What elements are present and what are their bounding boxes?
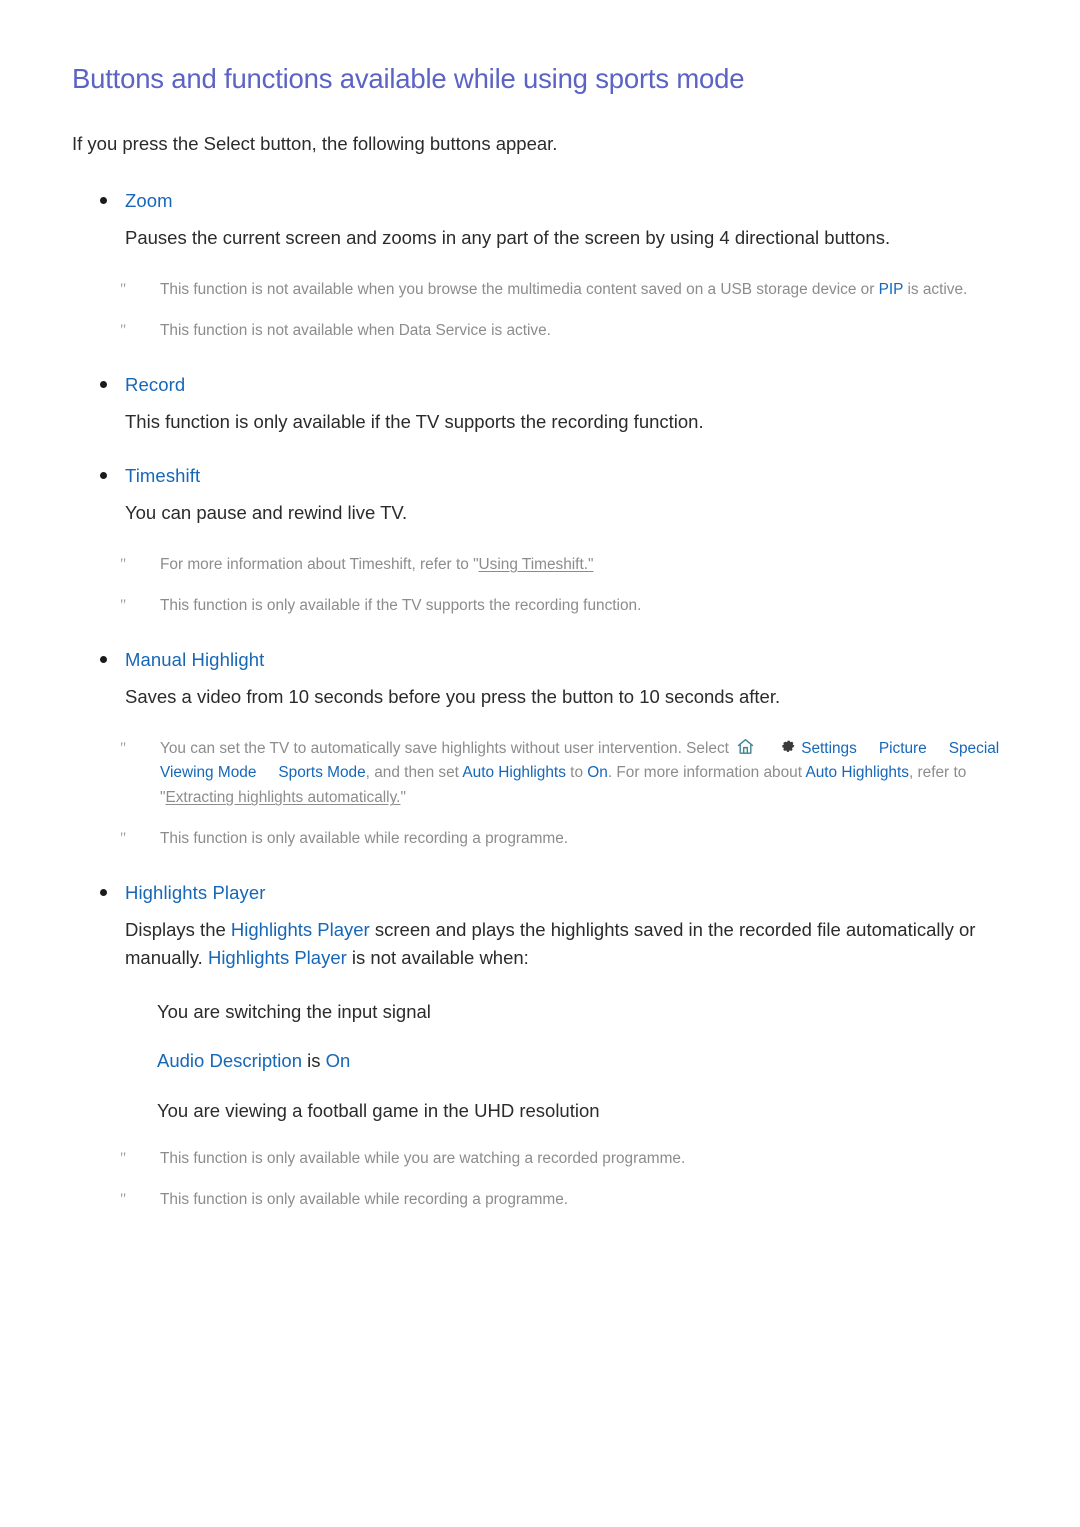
- section-timeshift: Timeshift You can pause and rewind live T…: [72, 463, 1020, 619]
- note: " This function is not available when Dat…: [72, 319, 1020, 344]
- note: " You can set the TV to automatically sav…: [72, 737, 1020, 812]
- inline-text: You can set the TV to automatically save…: [160, 739, 734, 757]
- inline-text: This function is only available while re…: [160, 830, 569, 848]
- inline-link[interactable]: Audio Description: [157, 1050, 302, 1071]
- gear-icon: [779, 738, 797, 756]
- inline-link[interactable]: Sports Mode: [278, 764, 365, 781]
- note-marker-icon: ": [120, 1190, 127, 1208]
- bullet-dot-icon: [100, 380, 107, 388]
- section-label[interactable]: Manual Highlight: [125, 649, 264, 670]
- bullet-heading-manual-highlight: Manual Highlight: [72, 647, 1020, 673]
- section-label[interactable]: Record: [125, 374, 185, 395]
- section-manual-highlight: Manual Highlight Saves a video from 10 se…: [72, 647, 1020, 852]
- inline-text: You are switching the input signal: [157, 1000, 431, 1022]
- sub-item: You are viewing a football game in the U…: [72, 1097, 1020, 1125]
- inline-text: This function is only available if the T…: [160, 596, 642, 614]
- note: " For more information about Timeshift, r…: [72, 553, 1020, 578]
- note-marker-icon: ": [120, 830, 127, 848]
- bullet-dot-icon: [100, 472, 107, 480]
- inline-link[interactable]: Picture: [879, 740, 927, 757]
- note-marker-icon: ": [120, 321, 127, 339]
- inline-link[interactable]: Auto Highlights: [805, 764, 909, 781]
- inline-text: ": [400, 789, 406, 807]
- section-label[interactable]: Highlights Player: [125, 882, 266, 903]
- inline-link[interactable]: On: [326, 1050, 351, 1071]
- bullet-heading-zoom: Zoom: [72, 188, 1020, 214]
- bullet-dot-icon: [100, 197, 107, 205]
- section-zoom: Zoom Pauses the current screen and zooms …: [72, 188, 1020, 344]
- inline-text: Displays the: [125, 919, 231, 941]
- inline-text: You are viewing a football game in the U…: [157, 1100, 600, 1122]
- note: " This function is only available while r…: [72, 827, 1020, 852]
- bullet-heading-record: Record: [72, 372, 1020, 398]
- inline-text: This function is only available while yo…: [160, 1149, 686, 1167]
- intro-paragraph: If you press the Select button, the foll…: [72, 133, 558, 155]
- inline-link[interactable]: Highlights Player: [208, 947, 347, 968]
- cross-reference-link[interactable]: Using Timeshift.": [479, 556, 594, 573]
- note-marker-icon: ": [120, 596, 127, 614]
- home-icon: [736, 737, 755, 756]
- sections-container: Zoom Pauses the current screen and zooms …: [72, 188, 1020, 1213]
- inline-text: . For more information about: [607, 764, 806, 782]
- note-marker-icon: ": [120, 1149, 127, 1167]
- inline-text: is not available when:: [346, 946, 529, 968]
- section-record: Record This function is only available if…: [72, 372, 1020, 436]
- bullet-heading-timeshift: Timeshift: [72, 463, 1020, 489]
- cross-reference-link[interactable]: Extracting highlights automatically.: [165, 789, 400, 806]
- page-title: Buttons and functions available while us…: [72, 63, 745, 94]
- note-marker-icon: ": [120, 555, 127, 573]
- inline-link[interactable]: Settings: [801, 740, 857, 757]
- inline-text: is: [302, 1050, 326, 1072]
- section-description: You can pause and rewind live TV.: [125, 502, 408, 524]
- section-label[interactable]: Timeshift: [125, 465, 200, 486]
- note-marker-icon: ": [120, 280, 127, 298]
- section-description: This function is only available if the T…: [125, 410, 704, 432]
- sub-item: Audio Description is On: [72, 1047, 1020, 1075]
- section-highlights-player: Highlights Player Displays the Highlights…: [72, 880, 1020, 1213]
- inline-link[interactable]: PIP: [879, 281, 904, 298]
- inline-text: This function is only available while re…: [160, 1190, 569, 1208]
- inline-text: , and then set: [365, 764, 463, 782]
- inline-text: is active.: [903, 280, 968, 298]
- inline-link[interactable]: Auto Highlights: [462, 764, 566, 781]
- document-page: Buttons and functions available while us…: [0, 0, 1080, 1527]
- section-description: Displays the Highlights Player screen an…: [72, 916, 1005, 972]
- section-description: Saves a video from 10 seconds before you…: [125, 685, 781, 707]
- inline-text: to: [565, 764, 588, 782]
- section-description: Pauses the current screen and zooms in a…: [125, 227, 891, 249]
- inline-text: For more information about Timeshift, re…: [160, 555, 479, 573]
- bullet-heading-highlights-player: Highlights Player: [72, 880, 1020, 906]
- note: " This function is only available if the …: [72, 594, 1020, 619]
- inline-text: This function is not available when Data…: [160, 321, 551, 339]
- inline-text: This function is not available when you …: [160, 280, 879, 298]
- sub-item: You are switching the input signal: [72, 998, 1020, 1026]
- section-label[interactable]: Zoom: [125, 190, 173, 211]
- note: " This function is not available when you…: [72, 278, 1020, 303]
- inline-link[interactable]: On: [587, 764, 608, 781]
- note-marker-icon: ": [120, 739, 127, 757]
- note: " This function is only available while r…: [72, 1188, 1020, 1213]
- inline-link[interactable]: Highlights Player: [231, 919, 370, 940]
- note: " This function is only available while y…: [72, 1147, 1020, 1172]
- bullet-dot-icon: [100, 655, 107, 663]
- bullet-dot-icon: [100, 889, 107, 897]
